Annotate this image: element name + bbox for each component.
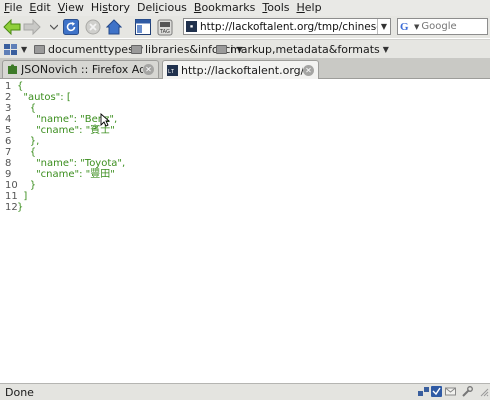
tab-title: JSONovich :: Firefox Add-ons — [21, 63, 143, 76]
json-line: "autos": [ — [17, 92, 71, 103]
url-text[interactable]: http://lackoftalent.org/tmp/chinese.json — [200, 21, 377, 33]
bookmarks-grid-icon — [4, 43, 17, 55]
stop-button[interactable] — [84, 18, 102, 36]
chevron-down-icon: ▼ — [414, 22, 420, 31]
tag-button[interactable]: TAG — [156, 18, 174, 36]
back-button[interactable] — [3, 18, 21, 36]
tag-icon: TAG — [157, 19, 173, 35]
line-number: 2 — [5, 92, 12, 103]
tab-chinese-json[interactable]: LT http://lackoftalent.org/tmp/... ✕ — [162, 60, 319, 79]
home-button[interactable] — [105, 18, 123, 36]
forward-button[interactable] — [23, 18, 41, 36]
tab-strip: JSONovich :: Firefox Add-ons ✕ LT http:/… — [0, 58, 490, 79]
json-line: }, — [17, 136, 40, 147]
stop-icon — [85, 19, 101, 35]
line-number: 1 — [5, 81, 12, 92]
chevron-down-icon: ▼ — [382, 45, 389, 54]
menu-tools[interactable]: Tools — [259, 0, 292, 16]
json-line: } — [17, 180, 37, 191]
line-number: 12 — [5, 202, 18, 213]
bookmark-folder-label: markup,metadata&formats — [230, 43, 380, 56]
url-bar[interactable]: ▪ http://lackoftalent.org/tmp/chinese.js… — [183, 18, 391, 35]
forward-arrow-icon — [23, 19, 41, 35]
reload-icon — [63, 19, 79, 35]
bookmarks-toolbar: ▼ documenttypes ▼ libraries&infosci ▼ ma… — [0, 39, 490, 59]
search-input[interactable] — [421, 21, 477, 32]
home-icon — [106, 19, 122, 35]
menu-delicious[interactable]: Delicious — [134, 0, 190, 16]
addon-status-icon[interactable] — [431, 386, 442, 397]
line-number: 3 — [5, 103, 12, 114]
tab-title: http://lackoftalent.org/tmp/... — [181, 63, 303, 77]
svg-text:TAG: TAG — [159, 29, 170, 35]
line-number: 9 — [5, 169, 12, 180]
tab-jsonovich[interactable]: JSONovich :: Firefox Add-ons ✕ — [2, 60, 159, 78]
chevron-down-icon: ▼ — [21, 45, 28, 54]
json-viewer: 1 2 3 4 5 6 7 8 9 10 11 12 { "autos": [ … — [0, 79, 490, 382]
back-arrow-icon — [3, 19, 21, 35]
json-line: "cname": "豐田" — [17, 169, 115, 180]
mail-icon[interactable] — [445, 386, 456, 397]
bookmark-folder-documenttypes[interactable]: documenttypes ▼ — [34, 42, 143, 57]
json-line: { — [17, 81, 24, 92]
puzzle-piece-icon — [8, 64, 17, 74]
menu-edit[interactable]: Edit — [26, 0, 53, 16]
folder-icon — [34, 45, 45, 54]
google-search-engine-icon[interactable]: G — [400, 21, 412, 33]
json-line: "name": "Toyota", — [17, 158, 126, 169]
chevron-down-icon: ▼ — [380, 22, 388, 31]
line-number: 10 — [5, 180, 18, 191]
search-box[interactable]: G ▼ — [397, 18, 488, 35]
bookmark-folder-markup-metadata-formats[interactable]: markup,metadata&formats ▼ — [216, 42, 389, 57]
menu-bookmarks[interactable]: Bookmarks — [191, 0, 258, 16]
status-bar: Done — [0, 383, 490, 400]
line-number: 11 — [5, 191, 18, 202]
network-icon[interactable] — [418, 386, 429, 397]
json-line: } — [17, 202, 24, 213]
line-number: 4 — [5, 114, 12, 125]
close-tab-icon[interactable]: ✕ — [303, 64, 314, 76]
line-number-gutter: 1 2 3 4 5 6 7 8 9 10 11 12 — [0, 81, 18, 213]
line-number: 8 — [5, 158, 12, 169]
menu-file[interactable]: File — [1, 0, 25, 16]
history-dropdown-button[interactable] — [45, 18, 63, 36]
folder-icon — [131, 45, 142, 54]
sidebar-toggle-button[interactable] — [134, 18, 152, 36]
line-number: 5 — [5, 125, 12, 136]
site-favicon-icon: ▪ — [186, 21, 197, 32]
status-text: Done — [5, 385, 34, 399]
mouse-cursor-icon — [100, 113, 110, 127]
svg-text:LT: LT — [168, 69, 174, 75]
line-number: 7 — [5, 147, 12, 158]
window-icon — [135, 19, 151, 35]
resize-grip-icon[interactable] — [478, 386, 489, 397]
menu-view[interactable]: View — [55, 0, 87, 16]
site-favicon-icon: LT — [167, 64, 178, 76]
folder-icon — [216, 45, 227, 54]
reload-button[interactable] — [62, 18, 80, 36]
chevron-down-icon — [50, 24, 58, 30]
close-tab-icon[interactable]: ✕ — [143, 64, 154, 75]
json-line: { — [17, 147, 37, 158]
line-number: 6 — [5, 136, 12, 147]
menu-history[interactable]: History — [88, 0, 133, 16]
json-line: ] — [17, 191, 28, 202]
bookmarks-menu-button[interactable]: ▼ — [4, 42, 27, 57]
menu-help[interactable]: Help — [293, 0, 324, 16]
menu-bar: File Edit View History Delicious Bookmar… — [0, 0, 490, 16]
tools-icon[interactable] — [462, 386, 473, 397]
json-code: { "autos": [ { "name": "Benz", "cname": … — [17, 81, 125, 213]
url-dropdown-button[interactable]: ▼ — [377, 19, 390, 34]
bookmark-folder-label: documenttypes — [48, 43, 134, 56]
